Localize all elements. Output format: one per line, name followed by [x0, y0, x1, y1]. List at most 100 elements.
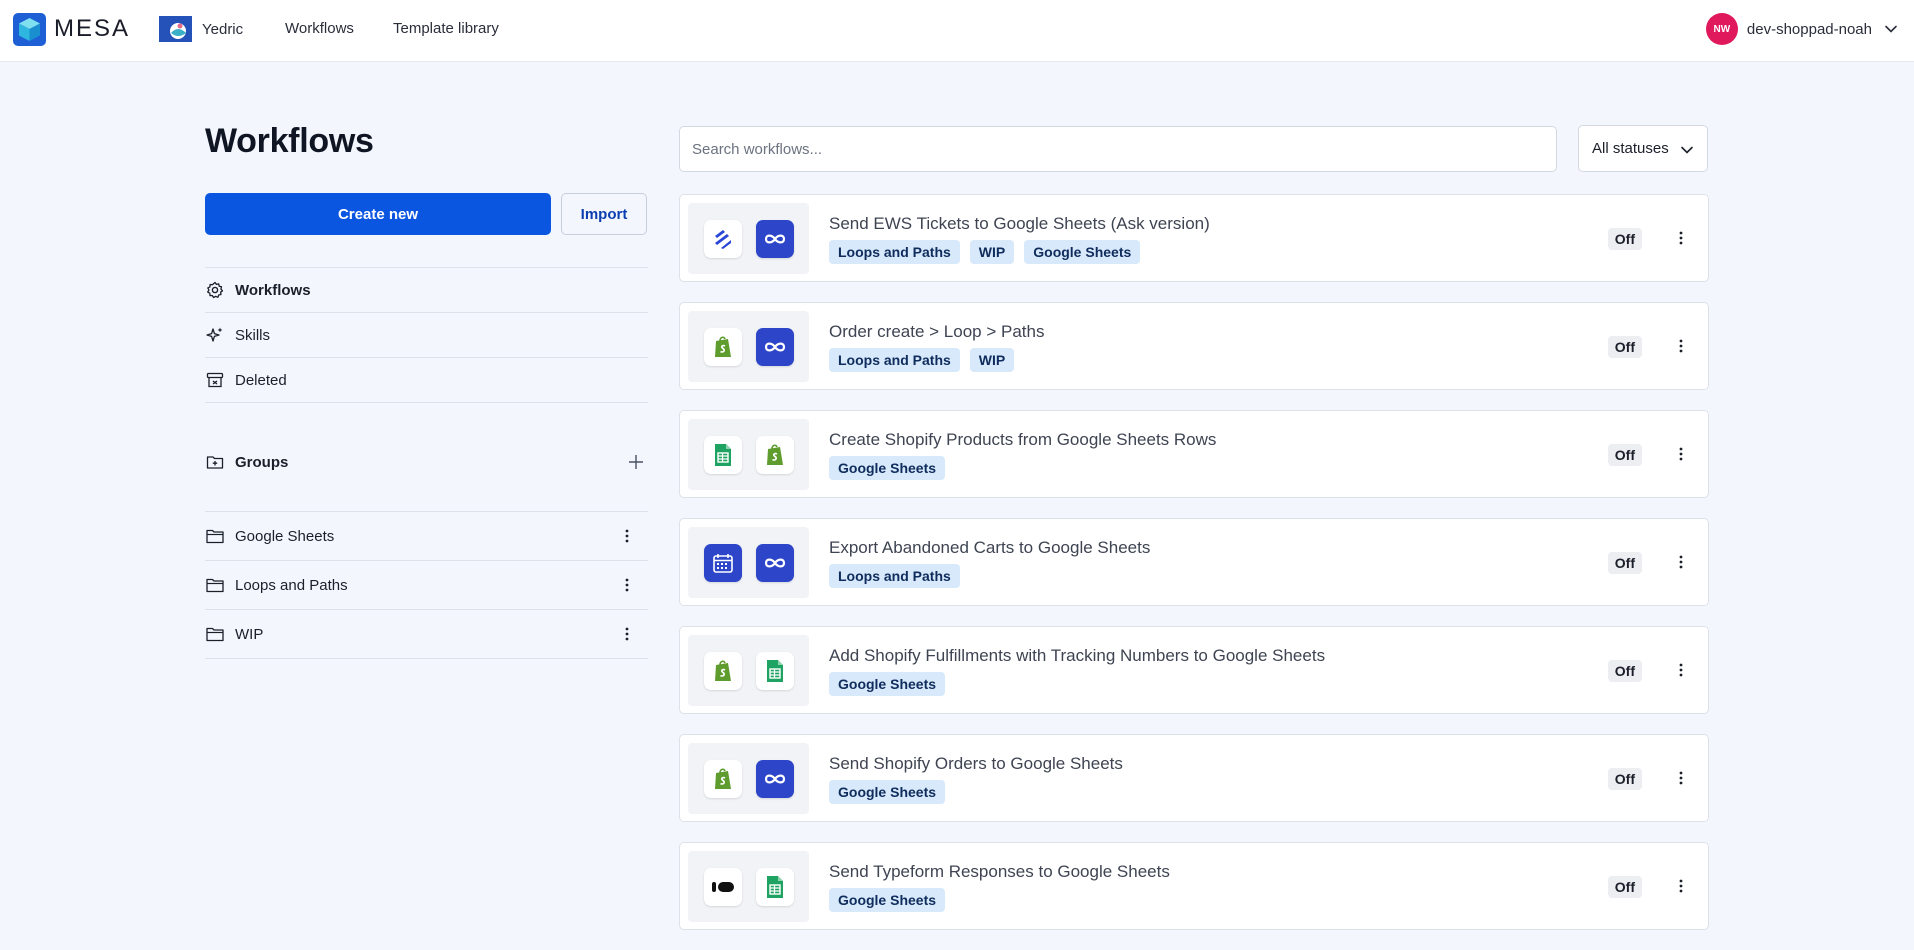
shopify-icon — [755, 435, 794, 474]
tag[interactable]: Loops and Paths — [829, 348, 960, 372]
sidebar-item-label: Workflows — [235, 281, 311, 299]
user-menu[interactable]: NW dev-shoppad-noah — [1705, 12, 1898, 46]
workflow-list: Send EWS Tickets to Google Sheets (Ask v… — [679, 194, 1709, 950]
workflow-card[interactable]: Add Shopify Fulfillments with Tracking N… — [679, 626, 1709, 714]
workflow-card[interactable]: Create Shopify Products from Google Shee… — [679, 410, 1709, 498]
workflow-title: Export Abandoned Carts to Google Sheets — [829, 538, 1151, 557]
zendesk-icon — [703, 219, 742, 258]
workflow-tags: Loops and Paths WIP — [829, 348, 1015, 372]
status-filter-select[interactable]: All statuses — [1578, 125, 1708, 172]
chevron-down-icon — [1681, 146, 1693, 154]
google-sheets-icon — [703, 435, 742, 474]
tag[interactable]: Loops and Paths — [829, 240, 960, 264]
search-input[interactable] — [679, 126, 1557, 172]
workflow-tags: Loops and Paths WIP Google Sheets — [829, 240, 1141, 264]
chevron-down-icon — [1885, 25, 1897, 33]
more-vertical-icon[interactable] — [1672, 769, 1690, 787]
workflow-title: Send Shopify Orders to Google Sheets — [829, 754, 1123, 773]
more-vertical-icon[interactable] — [618, 625, 636, 643]
workflow-app-icons — [688, 527, 809, 598]
status-badge: Off — [1607, 552, 1642, 574]
workflow-title: Create Shopify Products from Google Shee… — [829, 430, 1217, 449]
folder-icon — [206, 529, 224, 544]
store-switcher[interactable]: Yedric — [159, 12, 243, 46]
sidebar-item-skills[interactable]: Skills — [205, 313, 648, 358]
workflow-app-icons — [688, 311, 809, 382]
sidebar-item-label: Deleted — [235, 371, 287, 389]
workflow-title: Order create > Loop > Paths — [829, 322, 1045, 341]
workflow-card[interactable]: Order create > Loop > Paths Loops and Pa… — [679, 302, 1709, 390]
workflow-card[interactable]: Send Shopify Orders to Google Sheets Goo… — [679, 734, 1709, 822]
group-item-google-sheets[interactable]: Google Sheets — [205, 512, 648, 561]
group-item-loops-and-paths[interactable]: Loops and Paths — [205, 561, 648, 610]
folder-plus-icon — [205, 452, 225, 472]
groups-label: Groups — [235, 453, 289, 471]
sidebar-item-label: Skills — [235, 326, 271, 344]
brand-name: MESA — [54, 15, 131, 42]
group-item-wip[interactable]: WIP — [205, 610, 648, 659]
more-vertical-icon[interactable] — [1672, 553, 1690, 571]
workflow-title: Send Typeform Responses to Google Sheets — [829, 862, 1170, 881]
loop-icon — [755, 543, 794, 582]
group-list: Google Sheets Loops and Paths WIP — [205, 511, 648, 659]
workflow-app-icons — [688, 635, 809, 706]
loop-icon — [755, 219, 794, 258]
more-vertical-icon[interactable] — [1672, 661, 1690, 679]
status-badge: Off — [1607, 876, 1642, 898]
tag[interactable]: Google Sheets — [829, 672, 946, 696]
more-vertical-icon[interactable] — [618, 527, 636, 545]
group-label: Google Sheets — [235, 527, 335, 545]
user-name: dev-shoppad-noah — [1746, 20, 1872, 38]
shopify-icon — [703, 327, 742, 366]
sidebar-item-deleted[interactable]: Deleted — [205, 358, 648, 403]
tag[interactable]: Loops and Paths — [829, 564, 960, 588]
add-group-icon[interactable] — [626, 452, 646, 472]
workflow-tags: Google Sheets — [829, 780, 946, 804]
loop-icon — [755, 759, 794, 798]
gear-icon — [205, 280, 225, 300]
workflow-app-icons — [688, 203, 809, 274]
sparkle-icon — [205, 325, 225, 345]
workflow-app-icons — [688, 851, 809, 922]
mesa-logo-icon — [13, 12, 46, 46]
shopify-icon — [703, 651, 742, 690]
nav-template-library[interactable]: Template library — [393, 20, 499, 37]
more-vertical-icon[interactable] — [1672, 229, 1690, 247]
more-vertical-icon[interactable] — [1672, 445, 1690, 463]
import-button[interactable]: Import — [561, 193, 647, 235]
workflow-tags: Google Sheets — [829, 672, 946, 696]
create-new-button[interactable]: Create new — [205, 193, 551, 235]
workflow-tags: Loops and Paths — [829, 564, 960, 588]
tag[interactable]: Google Sheets — [1024, 240, 1141, 264]
tag[interactable]: Google Sheets — [829, 888, 946, 912]
more-vertical-icon[interactable] — [1672, 337, 1690, 355]
more-vertical-icon[interactable] — [618, 576, 636, 594]
avatar: NW — [1705, 13, 1738, 45]
nav-workflows[interactable]: Workflows — [285, 20, 354, 37]
more-vertical-icon[interactable] — [1672, 877, 1690, 895]
store-logo-icon — [159, 16, 192, 42]
shopify-icon — [703, 759, 742, 798]
archive-icon — [205, 370, 225, 390]
tag[interactable]: WIP — [969, 348, 1015, 372]
tag[interactable]: WIP — [969, 240, 1015, 264]
sidebar-item-workflows[interactable]: Workflows — [205, 268, 648, 313]
workflow-card[interactable]: Send Typeform Responses to Google Sheets… — [679, 842, 1709, 930]
sidebar-nav: Workflows Skills Deleted — [205, 267, 648, 403]
folder-icon — [206, 578, 224, 593]
folder-icon — [206, 627, 224, 642]
status-filter-value: All statuses — [1592, 140, 1669, 157]
google-sheets-icon — [755, 867, 794, 906]
workflow-card[interactable]: Export Abandoned Carts to Google Sheets … — [679, 518, 1709, 606]
tag[interactable]: Google Sheets — [829, 456, 946, 480]
status-badge: Off — [1607, 228, 1642, 250]
top-bar: MESA Yedric Workflows Template library N… — [0, 0, 1914, 62]
loop-icon — [755, 327, 794, 366]
workflow-card[interactable]: Send EWS Tickets to Google Sheets (Ask v… — [679, 194, 1709, 282]
store-name: Yedric — [202, 20, 244, 38]
group-label: WIP — [235, 625, 264, 643]
google-sheets-icon — [755, 651, 794, 690]
brand[interactable]: MESA — [13, 12, 130, 46]
workflow-tags: Google Sheets — [829, 456, 946, 480]
tag[interactable]: Google Sheets — [829, 780, 946, 804]
